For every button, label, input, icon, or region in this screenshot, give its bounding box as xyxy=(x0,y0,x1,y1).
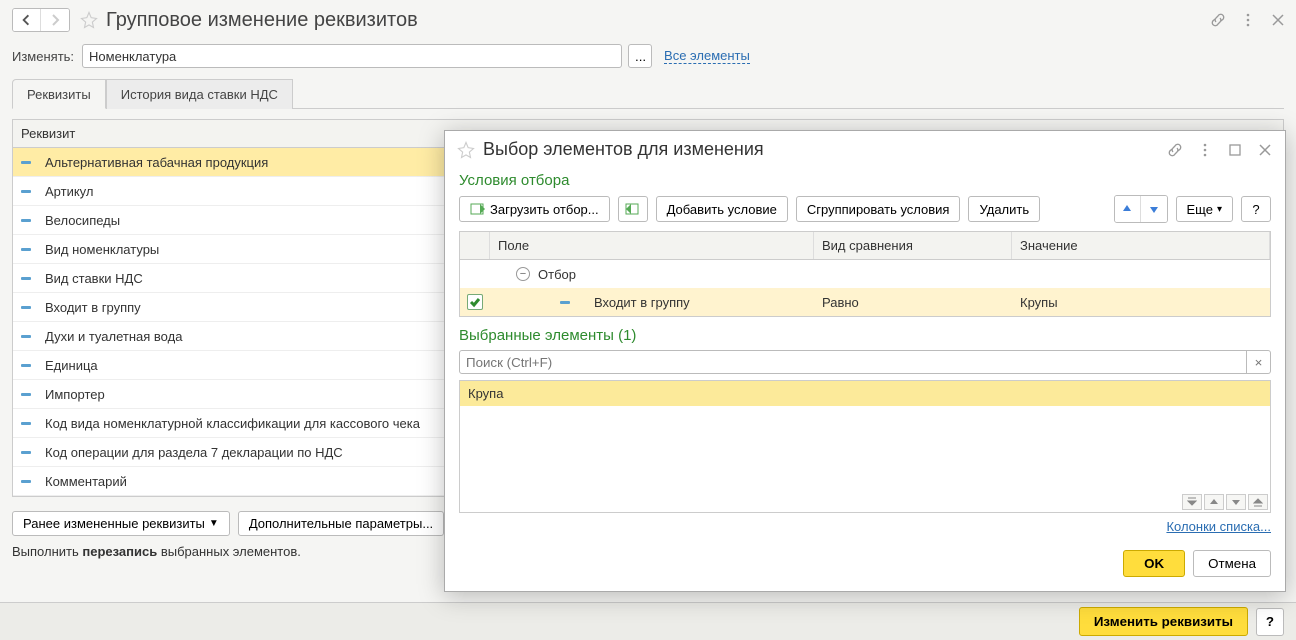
col-value: Значение xyxy=(1012,232,1270,259)
forward-button[interactable] xyxy=(41,9,69,31)
selection-dialog: Выбор элементов для изменения Условия от… xyxy=(444,130,1286,592)
selected-elements-table: Крупа xyxy=(459,380,1271,513)
favorite-star-icon[interactable] xyxy=(80,11,98,29)
load-filter-button[interactable]: Загрузить отбор... xyxy=(459,196,610,222)
move-buttons xyxy=(1114,195,1168,223)
col-field: Поле xyxy=(490,232,814,259)
link-icon[interactable] xyxy=(1210,12,1226,28)
change-type-browse-button[interactable]: ... xyxy=(628,44,652,68)
additional-params-button[interactable]: Дополнительные параметры... xyxy=(238,511,444,536)
all-elements-link[interactable]: Все элементы xyxy=(664,48,750,64)
favorite-star-icon[interactable] xyxy=(457,141,475,159)
more-icon[interactable] xyxy=(1240,12,1256,28)
collapse-icon[interactable]: − xyxy=(516,267,530,281)
search-input[interactable] xyxy=(459,350,1247,374)
previously-changed-button[interactable]: Ранее измененные реквизиты▼ xyxy=(12,511,230,536)
scroll-up-button[interactable] xyxy=(1204,494,1224,510)
condition-checkbox[interactable] xyxy=(467,294,483,310)
load-icon xyxy=(470,201,486,217)
move-up-button[interactable] xyxy=(1115,196,1141,222)
close-icon[interactable] xyxy=(1257,142,1273,158)
dialog-title: Выбор элементов для изменения xyxy=(483,139,764,160)
selected-elements-heading: Выбранные элементы (1) xyxy=(459,327,1271,344)
close-icon[interactable] xyxy=(1270,12,1286,28)
filter-table: Поле Вид сравнения Значение −Отбор Входи… xyxy=(459,231,1271,317)
nav-buttons xyxy=(12,8,70,32)
tab-vat-history[interactable]: История вида ставки НДС xyxy=(106,79,293,109)
change-type-input[interactable]: Номенклатура xyxy=(82,44,622,68)
link-icon[interactable] xyxy=(1167,142,1183,158)
ok-button[interactable]: OK xyxy=(1123,550,1185,577)
add-condition-button[interactable]: Добавить условие xyxy=(656,196,788,222)
more-button[interactable]: Еще ▾ xyxy=(1176,196,1233,222)
scroll-down-button[interactable] xyxy=(1226,494,1246,510)
dialog-help-button[interactable]: ? xyxy=(1241,196,1271,222)
maximize-icon[interactable] xyxy=(1227,142,1243,158)
filter-group-row[interactable]: −Отбор xyxy=(460,260,1270,288)
selected-element-row[interactable]: Крупа xyxy=(460,381,1270,406)
scroll-top-button[interactable] xyxy=(1182,494,1202,510)
filter-conditions-heading: Условия отбора xyxy=(459,172,1271,189)
clear-search-button[interactable]: × xyxy=(1247,350,1271,374)
col-comparison: Вид сравнения xyxy=(814,232,1012,259)
delete-condition-button[interactable]: Удалить xyxy=(968,196,1040,222)
save-filter-button[interactable] xyxy=(618,196,648,222)
back-button[interactable] xyxy=(13,9,41,31)
save-icon xyxy=(625,201,641,217)
group-conditions-button[interactable]: Сгруппировать условия xyxy=(796,196,961,222)
filter-condition-row[interactable]: Входит в группу Равно Крупы xyxy=(460,288,1270,316)
cancel-button[interactable]: Отмена xyxy=(1193,550,1271,577)
more-icon[interactable] xyxy=(1197,142,1213,158)
change-attributes-button[interactable]: Изменить реквизиты xyxy=(1079,607,1248,636)
page-title: Групповое изменение реквизитов xyxy=(106,9,418,32)
scroll-bottom-button[interactable] xyxy=(1248,494,1268,510)
help-button[interactable]: ? xyxy=(1256,608,1284,636)
change-label: Изменять: xyxy=(12,49,74,64)
tab-attributes[interactable]: Реквизиты xyxy=(12,79,106,109)
columns-link[interactable]: Колонки списка... xyxy=(1166,519,1271,534)
move-down-button[interactable] xyxy=(1141,196,1167,222)
